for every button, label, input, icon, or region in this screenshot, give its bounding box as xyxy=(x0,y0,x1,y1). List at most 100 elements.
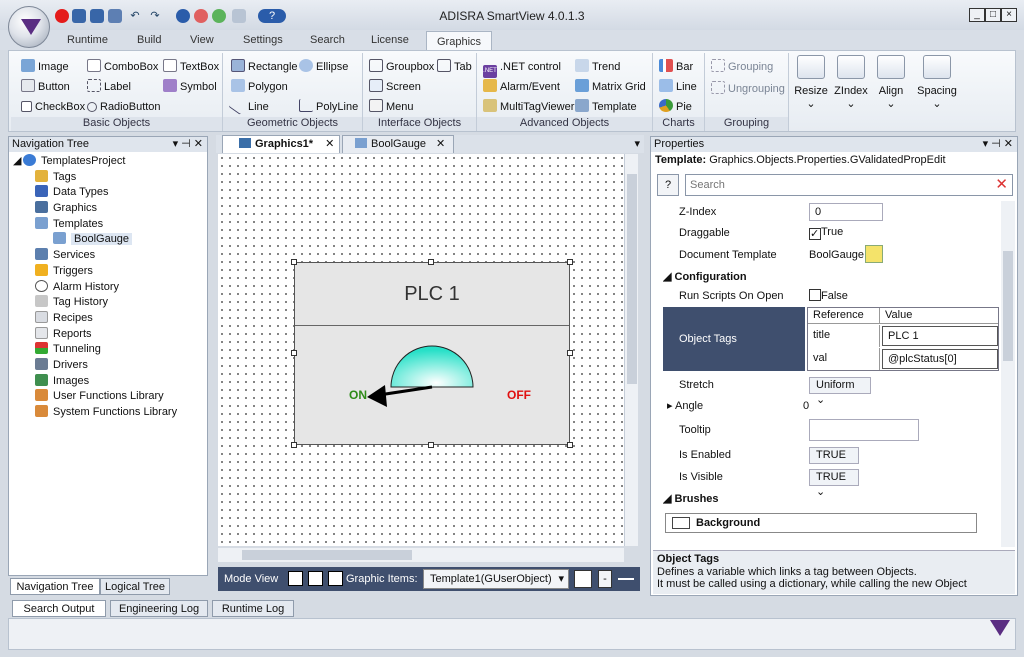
script-mode-icon[interactable] xyxy=(308,571,323,586)
tree-item-tunneling[interactable]: Tunneling xyxy=(13,342,203,358)
tab-runtime[interactable]: Runtime xyxy=(67,30,108,50)
resize-handle[interactable] xyxy=(291,350,297,356)
is-visible-select[interactable]: TRUE ⌄ xyxy=(809,469,859,498)
screen-capture-icon[interactable] xyxy=(232,9,246,23)
template-tool[interactable]: Template xyxy=(575,99,637,115)
resize-handle[interactable] xyxy=(428,259,434,265)
symbol-tool[interactable]: Symbol xyxy=(163,79,217,95)
resize-handle[interactable] xyxy=(428,442,434,448)
checkbox-tool[interactable]: CheckBox xyxy=(21,99,85,115)
tab-runtime-log[interactable]: Runtime Log xyxy=(212,600,294,617)
zoom-out-button[interactable]: - xyxy=(598,570,612,588)
redo-icon[interactable]: ↷ xyxy=(148,9,162,23)
tree-item-templates[interactable]: Templates xyxy=(13,216,203,233)
zindex-button[interactable]: ZIndex ⌄ xyxy=(833,55,869,113)
screen-tool[interactable]: Screen xyxy=(369,79,421,95)
prop-angle-row[interactable]: ▸ Angle xyxy=(667,395,703,417)
tab-navigation-tree[interactable]: Navigation Tree xyxy=(10,578,100,595)
save-icon[interactable] xyxy=(72,9,86,23)
undo-icon[interactable]: ↶ xyxy=(128,9,142,23)
combobox-tool[interactable]: ComboBox xyxy=(87,59,158,75)
resize-handle[interactable] xyxy=(567,350,573,356)
minimize-button[interactable]: _ xyxy=(969,8,985,22)
align-button[interactable]: Align ⌄ xyxy=(873,55,909,113)
textbox-tool[interactable]: TextBox xyxy=(163,59,219,75)
trend-tool[interactable]: Trend xyxy=(575,59,620,75)
save-all-icon[interactable] xyxy=(90,9,104,23)
run-icon[interactable] xyxy=(176,9,190,23)
scroll-thumb[interactable] xyxy=(242,550,412,560)
zoom-slider[interactable] xyxy=(618,578,634,580)
polyline-tool[interactable]: PolyLine xyxy=(299,99,358,115)
tab-graphics1[interactable]: Graphics1* ✕ xyxy=(222,135,340,153)
tab-settings[interactable]: Settings xyxy=(243,30,283,50)
horizontal-scrollbar[interactable] xyxy=(218,548,624,562)
tree-item-data-types[interactable]: Data Types xyxy=(13,185,203,201)
close-icon[interactable]: ✕ xyxy=(325,138,334,150)
pin-close-icon[interactable]: ▾ ⊣ ✕ xyxy=(983,137,1013,152)
tree-item-drivers[interactable]: Drivers xyxy=(13,357,203,374)
line-chart-tool[interactable]: Line xyxy=(659,79,697,95)
tag-reference-cell[interactable]: val xyxy=(808,348,880,370)
bar-chart-tool[interactable]: Bar xyxy=(659,59,693,75)
angle-value[interactable]: 0 xyxy=(803,395,809,417)
tab-engineering-log[interactable]: Engineering Log xyxy=(110,600,208,617)
radiobutton-tool[interactable]: RadioButton xyxy=(87,99,161,115)
close-button[interactable]: × xyxy=(1001,8,1017,22)
tab-tool[interactable]: Tab xyxy=(437,59,472,75)
tree-item-triggers[interactable]: Triggers xyxy=(13,263,203,280)
search-box[interactable]: ✕ xyxy=(685,174,1013,196)
bool-gauge-object[interactable]: PLC 1 ON OFF xyxy=(294,262,570,445)
pin-close-icon[interactable]: ▾ ⊣ ✕ xyxy=(173,137,203,152)
run-scripts-checkbox[interactable]: False xyxy=(809,285,848,307)
tooltip-input[interactable] xyxy=(809,419,919,441)
pie-chart-tool[interactable]: Pie xyxy=(659,99,692,115)
help-icon[interactable]: ? xyxy=(258,9,286,23)
help-button[interactable]: ? xyxy=(657,174,679,196)
stop-icon[interactable] xyxy=(194,9,208,23)
edit-mode-icon[interactable] xyxy=(328,571,343,586)
is-enabled-select[interactable]: TRUE ⌄ xyxy=(809,447,859,476)
tree-item-tag-history[interactable]: Tag History xyxy=(13,295,203,311)
tab-graphics[interactable]: Graphics xyxy=(426,31,493,51)
tag-value-cell[interactable]: @plcStatus[0] xyxy=(882,349,998,369)
tree-item-alarm-history[interactable]: Alarm History xyxy=(13,279,203,296)
close-icon[interactable]: ✕ xyxy=(436,138,445,150)
button-tool[interactable]: Button xyxy=(21,79,70,95)
tab-view[interactable]: View xyxy=(190,30,214,50)
tree-item-graphics[interactable]: Graphics xyxy=(13,201,203,217)
grid-icon[interactable] xyxy=(574,570,592,588)
scroll-thumb[interactable] xyxy=(627,174,637,384)
properties-scrollbar[interactable] xyxy=(1001,201,1015,547)
search-input[interactable] xyxy=(690,176,980,194)
tab-license[interactable]: License xyxy=(371,30,409,50)
multitagviewer-tool[interactable]: MultiTagViewer xyxy=(483,99,574,115)
alarm-event-tool[interactable]: Alarm/Event xyxy=(483,79,560,95)
tab-boolgauge[interactable]: BoolGauge ✕ xyxy=(342,135,454,153)
tree-item-project[interactable]: ◢ TemplatesProject xyxy=(13,154,203,170)
stretch-select[interactable]: Uniform ⌄ xyxy=(809,377,871,406)
dotnet-control-tool[interactable]: .NET .NET control xyxy=(483,59,561,78)
refresh-icon[interactable] xyxy=(212,9,226,23)
maximize-button[interactable]: □ xyxy=(985,8,1001,22)
scroll-thumb[interactable] xyxy=(1003,251,1013,361)
ellipse-tool[interactable]: Ellipse xyxy=(299,59,348,75)
rectangle-tool[interactable]: Rectangle xyxy=(231,59,298,75)
design-canvas[interactable]: PLC 1 ON OFF xyxy=(218,154,638,546)
select-mode-icon[interactable] xyxy=(288,571,303,586)
resize-button[interactable]: Resize ⌄ xyxy=(793,55,829,113)
folder-icon[interactable] xyxy=(865,245,883,263)
tab-search[interactable]: Search xyxy=(310,30,345,50)
draggable-checkbox[interactable]: ✓ True xyxy=(809,221,843,243)
groupbox-tool[interactable]: Groupbox xyxy=(369,59,434,75)
tab-search-output[interactable]: Search Output xyxy=(12,600,106,617)
app-logo[interactable] xyxy=(8,6,50,48)
tree-item-tags[interactable]: Tags xyxy=(13,169,203,186)
spacing-button[interactable]: Spacing ⌄ xyxy=(915,55,959,113)
tree-item-recipes[interactable]: Recipes xyxy=(13,310,203,327)
image-tool[interactable]: Image xyxy=(21,59,69,75)
resize-handle[interactable] xyxy=(291,442,297,448)
tree-item-system-functions[interactable]: System Functions Library xyxy=(13,405,203,421)
tag-value-cell[interactable]: PLC 1 xyxy=(882,326,998,346)
line-tool[interactable]: Line xyxy=(228,96,269,115)
